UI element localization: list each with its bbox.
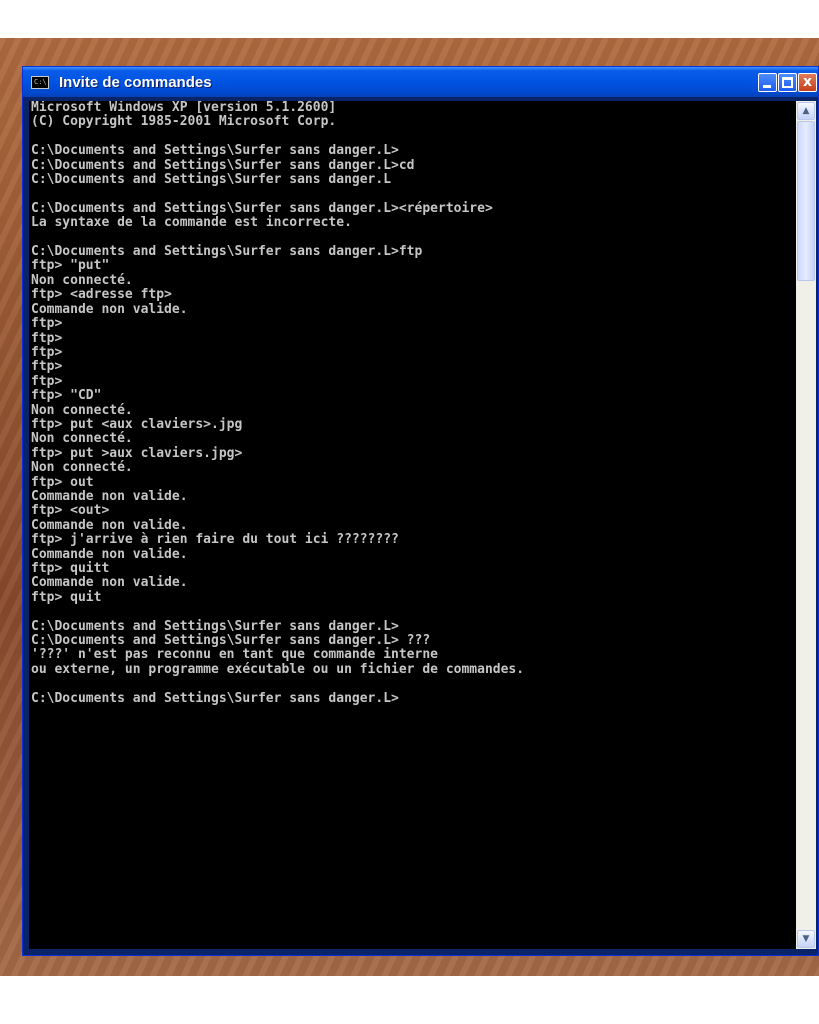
console-line: Non connecté. xyxy=(31,460,133,476)
console-line: Microsoft Windows XP [version 5.1.2600] xyxy=(31,101,337,115)
scrollbar-thumb[interactable] xyxy=(797,121,815,281)
console-line: Non connecté. xyxy=(31,431,133,447)
arrow-up-icon: ▲ xyxy=(802,106,810,116)
command-prompt-window[interactable]: C:\ Invite de commandes x Microsoft Wind… xyxy=(22,66,819,956)
console-line: La syntaxe de la commande est incorrecte… xyxy=(31,215,352,231)
console-line: C:\Documents and Settings\Surfer sans da… xyxy=(31,244,423,260)
console-line: ftp> j'arrive à rien faire du tout ici ?… xyxy=(31,532,399,548)
console-line: ftp> "CD" xyxy=(31,388,102,404)
close-icon: x xyxy=(802,74,813,90)
console-line: Commande non valide. xyxy=(31,575,188,591)
console-line: C:\Documents and Settings\Surfer sans da… xyxy=(31,618,399,634)
console-line: C:\Documents and Settings\Surfer sans da… xyxy=(31,200,493,216)
console-output[interactable]: Microsoft Windows XP [version 5.1.2600] … xyxy=(29,101,796,949)
console-line: ou externe, un programme exécutable ou u… xyxy=(31,661,525,677)
console-line: Non connecté. xyxy=(31,272,133,288)
console-line: ftp> quit xyxy=(31,589,102,605)
console-text: Microsoft Windows XP [version 5.1.2600] … xyxy=(31,101,524,706)
console-line: Commande non valide. xyxy=(31,546,188,562)
console-line: Non connecté. xyxy=(31,402,133,418)
console-line: Commande non valide. xyxy=(31,301,188,317)
console-line: ftp> put >aux claviers.jpg> xyxy=(31,445,243,461)
console-line: ftp> quitt xyxy=(31,561,110,576)
console-line: Commande non valide. xyxy=(31,517,188,533)
window-title: Invite de commandes xyxy=(59,74,212,91)
console-line: ftp> xyxy=(31,373,63,389)
console-line: Commande non valide. xyxy=(31,488,188,504)
title-bar[interactable]: C:\ Invite de commandes x xyxy=(23,67,818,97)
console-line: (C) Copyright 1985-2001 Microsoft Corp. xyxy=(31,114,337,130)
console-line: C:\Documents and Settings\Surfer sans da… xyxy=(31,143,399,159)
console-line: ftp> put <aux claviers>.jpg xyxy=(31,416,243,432)
console-line: ftp> xyxy=(31,330,63,346)
scroll-up-button[interactable]: ▲ xyxy=(797,102,815,120)
console-line: ftp> out xyxy=(31,474,94,490)
console-line: '???' n'est pas reconnu en tant que comm… xyxy=(31,647,438,663)
console-line: ftp> <out> xyxy=(31,503,110,519)
console-line: C:\Documents and Settings\Surfer sans da… xyxy=(31,157,415,173)
console-line: C:\Documents and Settings\Surfer sans da… xyxy=(31,172,392,188)
maximize-button[interactable] xyxy=(778,73,797,92)
console-line: C:\Documents and Settings\Surfer sans da… xyxy=(31,690,399,706)
minimize-icon xyxy=(763,85,771,88)
console-line: ftp> "put" xyxy=(31,258,110,274)
arrow-down-icon: ▼ xyxy=(802,934,810,944)
console-icon[interactable]: C:\ xyxy=(31,76,49,89)
console-line: ftp> xyxy=(31,359,63,375)
minimize-button[interactable] xyxy=(758,73,777,92)
console-line: C:\Documents and Settings\Surfer sans da… xyxy=(31,633,431,649)
console-line: ftp> xyxy=(31,316,63,332)
maximize-icon xyxy=(782,77,793,88)
scroll-down-button[interactable]: ▼ xyxy=(797,930,815,948)
console-line: ftp> <adresse ftp> xyxy=(31,287,172,303)
vertical-scrollbar[interactable]: ▲ ▼ xyxy=(796,101,816,949)
console-line: ftp> xyxy=(31,344,63,360)
close-button[interactable]: x xyxy=(798,73,817,92)
